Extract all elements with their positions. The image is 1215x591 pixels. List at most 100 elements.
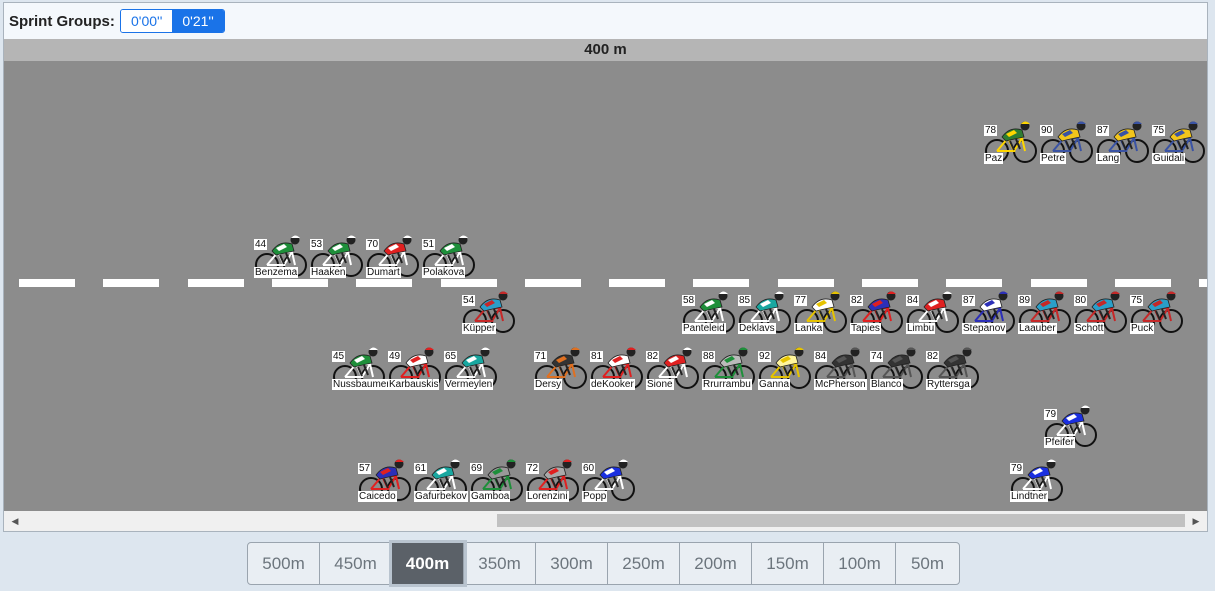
scrollbar-thumb[interactable] bbox=[497, 514, 1185, 527]
rider[interactable]: 84 Limbu bbox=[906, 287, 960, 335]
lane-dash bbox=[103, 279, 159, 287]
distance-button-200m[interactable]: 200m bbox=[680, 543, 752, 584]
rider-name: Popp bbox=[582, 491, 608, 502]
rider-name: Ryttersga bbox=[926, 379, 971, 390]
rider[interactable]: 69 Gamboa bbox=[470, 455, 524, 503]
rider[interactable]: 90 Petre bbox=[1040, 117, 1094, 165]
rider-name: Küpper bbox=[462, 323, 497, 334]
rider[interactable]: 44 Benzema bbox=[254, 231, 308, 279]
rider-name: Dumart bbox=[366, 267, 401, 278]
lane-dash bbox=[356, 279, 412, 287]
rider[interactable]: 92 Ganna bbox=[758, 343, 812, 391]
rider[interactable]: 53 Haaken bbox=[310, 231, 364, 279]
rider-name: Lang bbox=[1096, 153, 1121, 164]
lane-dash bbox=[1031, 279, 1087, 287]
rider-number: 45 bbox=[332, 351, 346, 362]
rider-number: 65 bbox=[444, 351, 458, 362]
rider[interactable]: 75 Guidali bbox=[1152, 117, 1206, 165]
distance-button-50m[interactable]: 50m bbox=[896, 543, 959, 584]
horizontal-scrollbar[interactable]: ◀ ▶ bbox=[4, 511, 1207, 531]
rider-number: 80 bbox=[1074, 295, 1088, 306]
chevron-left-icon[interactable]: ◀ bbox=[8, 514, 22, 528]
lane-dash bbox=[1115, 279, 1171, 287]
chevron-right-icon[interactable]: ▶ bbox=[1189, 514, 1203, 528]
rider-name: Paz bbox=[984, 153, 1004, 164]
distance-button-300m[interactable]: 300m bbox=[536, 543, 608, 584]
rider-name: Ganna bbox=[758, 379, 791, 390]
rider-name: Deklavs bbox=[738, 323, 776, 334]
rider-name: Dersy bbox=[534, 379, 563, 390]
rider[interactable]: 51 Polakova bbox=[422, 231, 476, 279]
race-panel: Sprint Groups: 0'00'' 0'21'' 400 m 78 Paz… bbox=[3, 2, 1208, 532]
rider-name: Sione bbox=[646, 379, 674, 390]
rider-name: Gafurbekov bbox=[414, 491, 468, 502]
distance-button-400m[interactable]: 400m bbox=[392, 543, 464, 584]
rider[interactable]: 82 Tapies bbox=[850, 287, 904, 335]
rider[interactable]: 71 Dersy bbox=[534, 343, 588, 391]
rider-number: 57 bbox=[358, 463, 372, 474]
rider-number: 84 bbox=[906, 295, 920, 306]
rider[interactable]: 45 Nussbaumer bbox=[332, 343, 391, 391]
lane-dash bbox=[441, 279, 497, 287]
rider[interactable]: 58 Panteleid bbox=[682, 287, 736, 335]
rider-name: McPherson bbox=[814, 379, 867, 390]
sprint-group-button[interactable]: 0'00'' bbox=[121, 10, 173, 32]
sprint-group-selector: 0'00'' 0'21'' bbox=[120, 9, 225, 33]
rider-number: 87 bbox=[962, 295, 976, 306]
rider-number: 85 bbox=[738, 295, 752, 306]
rider-number: 53 bbox=[310, 239, 324, 250]
rider[interactable]: 87 Stepanov bbox=[962, 287, 1016, 335]
rider[interactable]: 70 Dumart bbox=[366, 231, 420, 279]
rider[interactable]: 82 Sione bbox=[646, 343, 700, 391]
rider-name: Lorenzini bbox=[526, 491, 569, 502]
rider[interactable]: 87 Lang bbox=[1096, 117, 1150, 165]
distance-button-150m[interactable]: 150m bbox=[752, 543, 824, 584]
rider-number: 74 bbox=[870, 351, 884, 362]
rider-name: Pfeifer bbox=[1044, 437, 1075, 448]
rider[interactable]: 84 McPherson bbox=[814, 343, 868, 391]
rider[interactable]: 80 Schott bbox=[1074, 287, 1128, 335]
rider-number: 70 bbox=[366, 239, 380, 250]
rider[interactable]: 75 Puck bbox=[1130, 287, 1184, 335]
distance-button-500m[interactable]: 500m bbox=[248, 543, 320, 584]
rider[interactable]: 79 Pfeifer bbox=[1044, 401, 1098, 449]
rider[interactable]: 82 Ryttersga bbox=[926, 343, 980, 391]
rider-name: Nussbaumer bbox=[332, 379, 391, 390]
rider[interactable]: 85 Deklavs bbox=[738, 287, 792, 335]
rider[interactable]: 72 Lorenzini bbox=[526, 455, 580, 503]
rider-number: 82 bbox=[646, 351, 660, 362]
rider[interactable]: 77 Lanka bbox=[794, 287, 848, 335]
rider[interactable]: 79 Lindtner bbox=[1010, 455, 1064, 503]
rider[interactable]: 49 Karbauskis bbox=[388, 343, 442, 391]
rider[interactable]: 74 Blanco bbox=[870, 343, 924, 391]
rider[interactable]: 81 deKooker bbox=[590, 343, 644, 391]
rider-name: Panteleid bbox=[682, 323, 726, 334]
sprint-groups-label: Sprint Groups: bbox=[9, 13, 115, 30]
rider[interactable]: 54 Küpper bbox=[462, 287, 516, 335]
rider-number: 82 bbox=[850, 295, 864, 306]
distance-button-100m[interactable]: 100m bbox=[824, 543, 896, 584]
rider-name: Caicedo bbox=[358, 491, 397, 502]
rider[interactable]: 61 Gafurbekov bbox=[414, 455, 468, 503]
rider-name: Blanco bbox=[870, 379, 903, 390]
rider[interactable]: 65 Vermeylen bbox=[444, 343, 498, 391]
rider-number: 54 bbox=[462, 295, 476, 306]
rider[interactable]: 89 Laauber bbox=[1018, 287, 1072, 335]
rider-name: Haaken bbox=[310, 267, 347, 278]
distance-button-450m[interactable]: 450m bbox=[320, 543, 392, 584]
rider-number: 79 bbox=[1010, 463, 1024, 474]
rider-name: Gamboa bbox=[470, 491, 511, 502]
rider-number: 77 bbox=[794, 295, 808, 306]
rider[interactable]: 57 Caicedo bbox=[358, 455, 412, 503]
rider-number: 75 bbox=[1152, 125, 1166, 136]
sprint-group-button[interactable]: 0'21'' bbox=[172, 10, 224, 32]
rider[interactable]: 88 Rrurrambu bbox=[702, 343, 756, 391]
rider[interactable]: 78 Paz bbox=[984, 117, 1038, 165]
distance-button-250m[interactable]: 250m bbox=[608, 543, 680, 584]
rider-name: Stepanov bbox=[962, 323, 1007, 334]
distance-button-350m[interactable]: 350m bbox=[464, 543, 536, 584]
rider-number: 58 bbox=[682, 295, 696, 306]
rider-name: Laauber bbox=[1018, 323, 1057, 334]
rider-number: 84 bbox=[814, 351, 828, 362]
rider[interactable]: 60 Popp bbox=[582, 455, 636, 503]
